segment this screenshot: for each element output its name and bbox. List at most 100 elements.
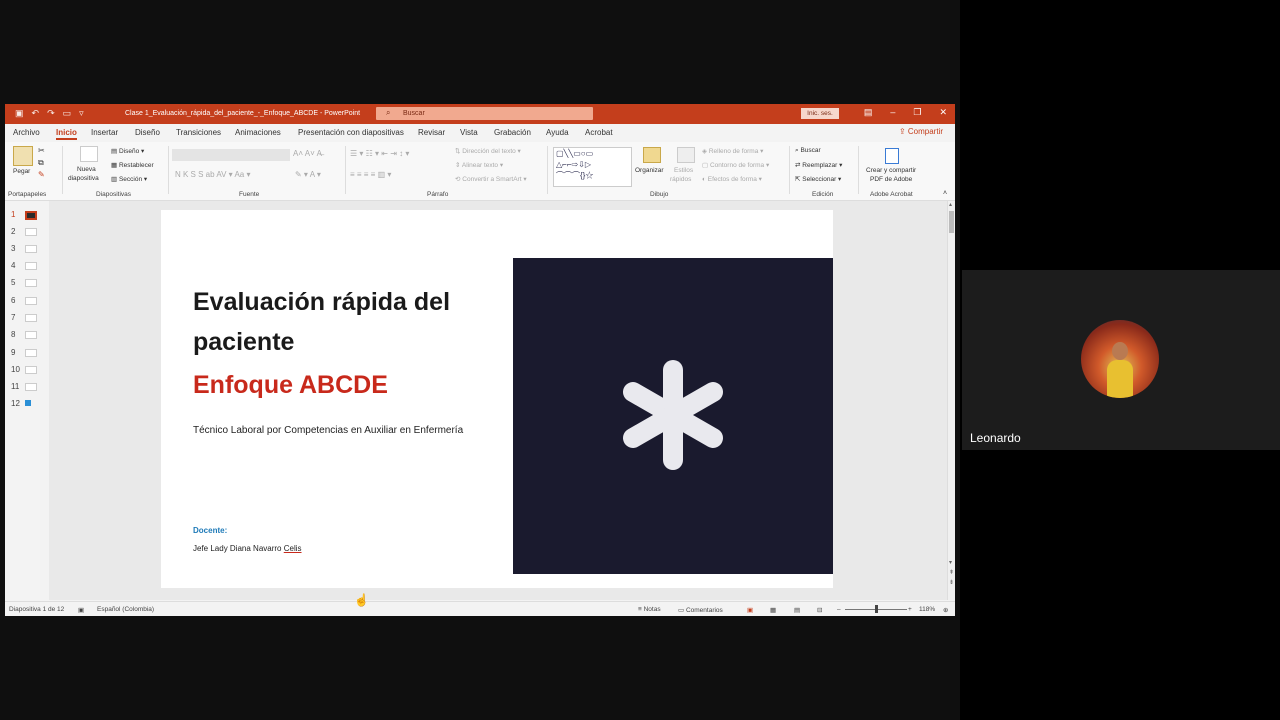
zoom-level[interactable]: 118% bbox=[919, 606, 935, 613]
new-slide-label-1[interactable]: Nueva bbox=[77, 166, 96, 173]
slide-subtitle[interactable]: Enfoque ABCDE bbox=[193, 371, 388, 400]
slide-thumbnail[interactable]: 7 bbox=[5, 310, 49, 326]
scrollbar-thumb[interactable] bbox=[949, 211, 954, 233]
tab-ayuda[interactable]: Ayuda bbox=[546, 128, 569, 137]
new-slide-label-2[interactable]: diapositiva bbox=[68, 175, 99, 182]
zoom-out-icon[interactable]: – bbox=[837, 606, 841, 613]
teacher-name[interactable]: Jefe Lady Diana Navarro Celis bbox=[193, 544, 302, 553]
quick-styles-icon[interactable] bbox=[677, 147, 695, 163]
collapse-ribbon-icon[interactable]: ˄ bbox=[943, 190, 947, 197]
find-button[interactable]: ⌕ Buscar bbox=[795, 147, 821, 155]
slide-thumbnail[interactable]: 5 bbox=[5, 275, 49, 291]
tab-insertar[interactable]: Insertar bbox=[91, 128, 118, 137]
shape-fill-button[interactable]: ◈ Relleno de forma ▾ bbox=[702, 147, 763, 155]
list-buttons[interactable]: ☰ ▾ ☷ ▾ ⇤ ⇥ ↕ ▾ bbox=[350, 149, 409, 158]
quick-styles-label-1[interactable]: Estilos bbox=[674, 167, 693, 174]
slide-thumbnail[interactable]: 4 bbox=[5, 258, 49, 274]
slide-thumbnail[interactable]: 11 bbox=[5, 379, 49, 395]
create-pdf-label-1[interactable]: Crear y compartir bbox=[866, 167, 916, 174]
normal-view-icon[interactable]: ▣ bbox=[747, 606, 753, 614]
tab-archivo[interactable]: Archivo bbox=[13, 128, 40, 137]
current-slide[interactable]: Evaluación rápida del paciente Enfoque A… bbox=[161, 210, 833, 588]
replace-button[interactable]: ⇄ Reemplazar ▾ bbox=[795, 161, 842, 169]
tab-acrobat[interactable]: Acrobat bbox=[585, 128, 613, 137]
slide-thumbnail[interactable]: 1 bbox=[5, 207, 49, 223]
alignment-buttons[interactable]: ≡ ≡ ≡ ≡ ▥ ▾ bbox=[350, 170, 391, 179]
font-format-buttons[interactable]: N K S S ab AV ▾ Aa ▾ bbox=[175, 170, 250, 179]
docente-label[interactable]: Docente: bbox=[193, 526, 227, 535]
undo-icon[interactable]: ↶ bbox=[32, 108, 40, 119]
slide-thumbnail[interactable]: 3 bbox=[5, 241, 49, 257]
paste-icon[interactable] bbox=[13, 146, 33, 166]
vertical-scrollbar[interactable]: ▴ ▾ ⇞ ⇟ bbox=[947, 201, 955, 600]
text-direction-button[interactable]: ⇅ Dirección del texto ▾ bbox=[455, 147, 521, 155]
slide-image-asterisk[interactable] bbox=[513, 258, 833, 574]
slideshow-icon[interactable]: ⊟ bbox=[817, 606, 822, 614]
slide-thumbnail[interactable]: 12 bbox=[5, 396, 49, 412]
accessibility-icon[interactable]: ▣ bbox=[78, 606, 84, 614]
scroll-down-icon[interactable]: ▾ bbox=[949, 559, 952, 566]
slide-thumbnail[interactable]: 2 bbox=[5, 224, 49, 240]
zoom-slider-knob[interactable] bbox=[875, 605, 878, 613]
language-indicator[interactable]: Español (Colombia) bbox=[97, 606, 154, 613]
slide-description[interactable]: Técnico Laboral por Competencias en Auxi… bbox=[193, 425, 463, 436]
tab-inicio[interactable]: Inicio bbox=[56, 128, 77, 140]
notes-button[interactable]: ≡ Notas bbox=[638, 606, 661, 613]
quick-styles-label-2[interactable]: rápidos bbox=[670, 176, 691, 183]
create-pdf-label-2[interactable]: PDF de Adobe bbox=[870, 176, 912, 183]
save-icon[interactable]: ▣ bbox=[15, 108, 24, 119]
next-slide-icon[interactable]: ⇟ bbox=[949, 579, 954, 586]
tab-presentacion[interactable]: Presentación con diapositivas bbox=[298, 128, 404, 137]
font-name-field[interactable] bbox=[172, 149, 290, 161]
arrange-icon[interactable] bbox=[643, 147, 661, 163]
font-color-buttons[interactable]: ✎ ▾ A ▾ bbox=[295, 170, 321, 179]
shape-effects-button[interactable]: ◐ Efectos de forma ▾ bbox=[702, 175, 762, 183]
format-painter-icon[interactable]: ✎ bbox=[38, 170, 45, 179]
ribbon-display-icon[interactable]: ▤ bbox=[864, 107, 873, 118]
cut-icon[interactable]: ✂ bbox=[38, 146, 45, 155]
share-button[interactable]: ⇪ Compartir bbox=[899, 127, 943, 136]
reading-view-icon[interactable]: ▤ bbox=[794, 606, 800, 614]
layout-button[interactable]: ▤ Diseño ▾ bbox=[111, 147, 144, 155]
slide-editor-canvas[interactable]: Evaluación rápida del paciente Enfoque A… bbox=[49, 201, 947, 600]
select-button[interactable]: ⇱ Seleccionar ▾ bbox=[795, 175, 841, 183]
tab-grabacion[interactable]: Grabación bbox=[494, 128, 531, 137]
tab-animaciones[interactable]: Animaciones bbox=[235, 128, 281, 137]
comments-button[interactable]: ▭ Comentarios bbox=[678, 606, 723, 614]
minimize-icon[interactable]: – bbox=[890, 107, 895, 118]
participant-video-tile[interactable]: Leonardo bbox=[962, 270, 1280, 450]
redo-icon[interactable]: ↷ bbox=[47, 108, 55, 119]
start-presentation-icon[interactable]: ▭ bbox=[63, 108, 72, 119]
font-size-controls[interactable]: A˄ A˅ A̶ bbox=[293, 149, 322, 158]
tab-diseno[interactable]: Diseño bbox=[135, 128, 160, 137]
arrange-label[interactable]: Organizar bbox=[635, 167, 664, 174]
slide-thumbnail[interactable]: 8 bbox=[5, 327, 49, 343]
scroll-up-icon[interactable]: ▴ bbox=[949, 201, 952, 208]
search-box[interactable]: ⌕ Buscar bbox=[376, 107, 593, 120]
restore-icon[interactable]: ❐ bbox=[913, 107, 921, 118]
new-slide-icon[interactable] bbox=[80, 146, 98, 162]
paste-button-label[interactable]: Pegar bbox=[13, 168, 30, 175]
tab-transiciones[interactable]: Transiciones bbox=[176, 128, 221, 137]
align-text-button[interactable]: ⇕ Alinear texto ▾ bbox=[455, 161, 503, 169]
previous-slide-icon[interactable]: ⇞ bbox=[949, 569, 954, 576]
slide-thumbnail[interactable]: 10 bbox=[5, 362, 49, 378]
slide-thumbnail[interactable]: 9 bbox=[5, 345, 49, 361]
fit-to-window-icon[interactable]: ⊕ bbox=[943, 606, 948, 614]
sign-in-button[interactable]: Inic. ses. bbox=[801, 108, 839, 119]
customize-toolbar-icon[interactable]: ▿ bbox=[79, 108, 84, 119]
zoom-in-icon[interactable]: + bbox=[908, 606, 912, 613]
slide-title[interactable]: Evaluación rápida del paciente bbox=[193, 282, 493, 362]
slide-sorter-icon[interactable]: ▦ bbox=[770, 606, 776, 614]
create-pdf-icon[interactable] bbox=[885, 148, 899, 164]
convert-smartart-button[interactable]: ⟲ Convertir a SmartArt ▾ bbox=[455, 175, 527, 183]
shape-outline-button[interactable]: ▢ Contorno de forma ▾ bbox=[702, 161, 769, 169]
copy-icon[interactable]: ⧉ bbox=[38, 158, 44, 168]
slide-thumbnail[interactable]: 6 bbox=[5, 293, 49, 309]
close-icon[interactable]: ✕ bbox=[939, 107, 947, 118]
tab-vista[interactable]: Vista bbox=[460, 128, 478, 137]
tab-revisar[interactable]: Revisar bbox=[418, 128, 445, 137]
section-button[interactable]: ▥ Sección ▾ bbox=[111, 175, 147, 183]
shapes-gallery[interactable]: ▢╲╲▭○▭ △⌐⌐⇨⇩▷ ⌒⌒⌒{}☆ bbox=[553, 147, 632, 187]
reset-button[interactable]: ▦ Restablecer bbox=[111, 161, 154, 169]
